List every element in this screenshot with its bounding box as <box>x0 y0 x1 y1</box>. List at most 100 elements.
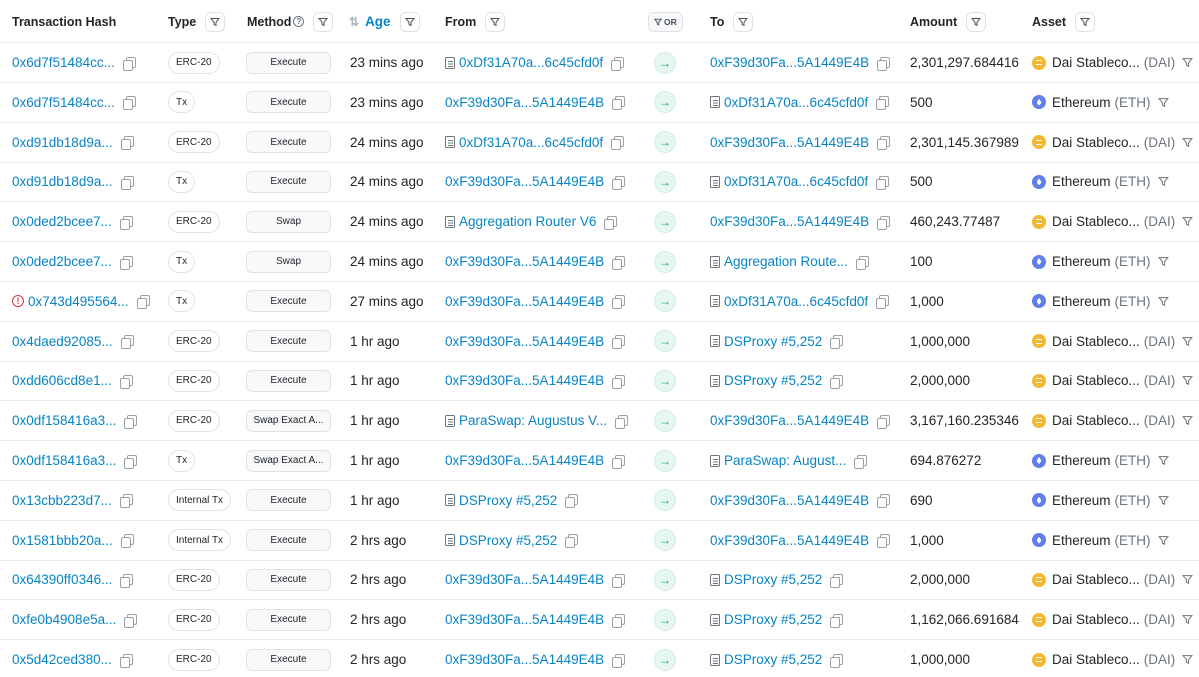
sort-icon[interactable]: ⇅ <box>349 15 359 29</box>
copy-icon[interactable] <box>830 613 844 628</box>
to-address-link[interactable]: ParaSwap: August... <box>724 453 846 468</box>
asset-name[interactable]: Ethereum <box>1052 174 1111 189</box>
copy-icon[interactable] <box>612 653 626 668</box>
copy-icon[interactable] <box>119 374 133 389</box>
filter-icon[interactable] <box>1182 375 1194 386</box>
copy-icon[interactable] <box>612 374 626 389</box>
copy-icon[interactable] <box>876 175 890 190</box>
asset-name[interactable]: Dai Stableco... <box>1052 373 1140 388</box>
copy-icon[interactable] <box>120 335 134 350</box>
copy-icon[interactable] <box>877 494 891 509</box>
asset-name[interactable]: Ethereum <box>1052 95 1111 110</box>
copy-icon[interactable] <box>876 96 890 111</box>
tx-hash-link[interactable]: 0x0ded2bcee7... <box>12 214 112 229</box>
tx-hash-link[interactable]: 0xfe0b4908e5a... <box>12 612 116 627</box>
tx-hash-link[interactable]: 0x6d7f51484cc... <box>12 95 115 110</box>
amount-filter-button[interactable] <box>966 11 987 32</box>
copy-icon[interactable] <box>877 56 891 71</box>
filter-icon[interactable] <box>1182 57 1194 68</box>
to-address-link[interactable]: 0xF39d30Fa...5A1449E4B <box>710 533 869 548</box>
copy-icon[interactable] <box>119 215 133 230</box>
to-address-link[interactable]: 0xF39d30Fa...5A1449E4B <box>710 135 869 150</box>
to-address-link[interactable]: DSProxy #5,252 <box>724 612 822 627</box>
copy-icon[interactable] <box>119 494 133 509</box>
tx-hash-link[interactable]: 0x1581bbb20a... <box>12 533 113 548</box>
copy-icon[interactable] <box>830 573 844 588</box>
from-address-link[interactable]: 0xF39d30Fa...5A1449E4B <box>445 334 604 349</box>
tx-hash-link[interactable]: 0x13cbb223d7... <box>12 493 112 508</box>
to-address-link[interactable]: 0xF39d30Fa...5A1449E4B <box>710 214 869 229</box>
asset-filter-button[interactable] <box>1075 11 1096 32</box>
copy-icon[interactable] <box>612 96 626 111</box>
from-address-link[interactable]: 0xF39d30Fa...5A1449E4B <box>445 95 604 110</box>
to-address-link[interactable]: DSProxy #5,252 <box>724 334 822 349</box>
asset-name[interactable]: Dai Stableco... <box>1052 652 1140 667</box>
method-filter-button[interactable] <box>313 11 334 32</box>
asset-name[interactable]: Dai Stableco... <box>1052 55 1140 70</box>
to-address-link[interactable]: 0xF39d30Fa...5A1449E4B <box>710 55 869 70</box>
age-filter-button[interactable] <box>399 11 420 32</box>
filter-icon[interactable] <box>1182 216 1194 227</box>
to-address-link[interactable]: 0xDf31A70a...6c45cfd0f <box>724 95 868 110</box>
copy-icon[interactable] <box>124 414 138 429</box>
tx-hash-link[interactable]: 0x0ded2bcee7... <box>12 254 112 269</box>
copy-icon[interactable] <box>124 613 138 628</box>
copy-icon[interactable] <box>612 454 626 469</box>
asset-name[interactable]: Dai Stableco... <box>1052 612 1140 627</box>
from-address-link[interactable]: 0xF39d30Fa...5A1449E4B <box>445 294 604 309</box>
filter-icon[interactable] <box>1182 336 1194 347</box>
tx-hash-link[interactable]: 0xdd606cd8e1... <box>12 373 112 388</box>
copy-icon[interactable] <box>122 96 136 111</box>
filter-icon[interactable] <box>1182 654 1194 665</box>
filter-icon[interactable] <box>1157 495 1169 506</box>
copy-icon[interactable] <box>612 175 626 190</box>
from-address-link[interactable]: 0xF39d30Fa...5A1449E4B <box>445 373 604 388</box>
from-address-link[interactable]: 0xDf31A70a...6c45cfd0f <box>459 135 603 150</box>
copy-icon[interactable] <box>830 653 844 668</box>
copy-icon[interactable] <box>120 136 134 151</box>
filter-icon[interactable] <box>1157 535 1169 546</box>
help-icon[interactable]: ? <box>293 16 305 27</box>
from-address-link[interactable]: 0xF39d30Fa...5A1449E4B <box>445 174 604 189</box>
to-address-link[interactable]: Aggregation Route... <box>724 254 848 269</box>
tx-hash-link[interactable]: 0x5d42ced380... <box>12 652 112 667</box>
copy-icon[interactable] <box>877 136 891 151</box>
asset-name[interactable]: Dai Stableco... <box>1052 334 1140 349</box>
copy-icon[interactable] <box>877 215 891 230</box>
type-filter-button[interactable] <box>205 11 226 32</box>
from-address-link[interactable]: DSProxy #5,252 <box>459 493 557 508</box>
tx-hash-link[interactable]: 0x743d495564... <box>28 294 129 309</box>
to-filter-button[interactable] <box>733 11 754 32</box>
to-address-link[interactable]: 0xDf31A70a...6c45cfd0f <box>724 294 868 309</box>
tx-hash-link[interactable]: 0xd91db18d9a... <box>12 174 113 189</box>
copy-icon[interactable] <box>136 295 150 310</box>
asset-name[interactable]: Dai Stableco... <box>1052 413 1140 428</box>
to-address-link[interactable]: DSProxy #5,252 <box>724 572 822 587</box>
copy-icon[interactable] <box>120 573 134 588</box>
asset-name[interactable]: Ethereum <box>1052 533 1111 548</box>
copy-icon[interactable] <box>611 56 625 71</box>
from-address-link[interactable]: ParaSwap: Augustus V... <box>459 413 607 428</box>
or-filter-button[interactable]: OR <box>648 11 683 32</box>
asset-name[interactable]: Ethereum <box>1052 493 1111 508</box>
from-address-link[interactable]: 0xF39d30Fa...5A1449E4B <box>445 572 604 587</box>
copy-icon[interactable] <box>120 534 134 549</box>
copy-icon[interactable] <box>876 295 890 310</box>
tx-hash-link[interactable]: 0x4daed92085... <box>12 334 113 349</box>
tx-hash-link[interactable]: 0x6d7f51484cc... <box>12 55 115 70</box>
copy-icon[interactable] <box>854 454 868 469</box>
copy-icon[interactable] <box>119 653 133 668</box>
copy-icon[interactable] <box>615 414 629 429</box>
col-age-label[interactable]: Age <box>365 14 391 29</box>
copy-icon[interactable] <box>612 295 626 310</box>
copy-icon[interactable] <box>611 136 625 151</box>
asset-name[interactable]: Dai Stableco... <box>1052 214 1140 229</box>
asset-name[interactable]: Ethereum <box>1052 254 1111 269</box>
copy-icon[interactable] <box>877 414 891 429</box>
copy-icon[interactable] <box>830 335 844 350</box>
asset-name[interactable]: Dai Stableco... <box>1052 572 1140 587</box>
tx-hash-link[interactable]: 0x0df158416a3... <box>12 453 116 468</box>
from-address-link[interactable]: 0xF39d30Fa...5A1449E4B <box>445 612 604 627</box>
copy-icon[interactable] <box>124 454 138 469</box>
filter-icon[interactable] <box>1182 574 1194 585</box>
